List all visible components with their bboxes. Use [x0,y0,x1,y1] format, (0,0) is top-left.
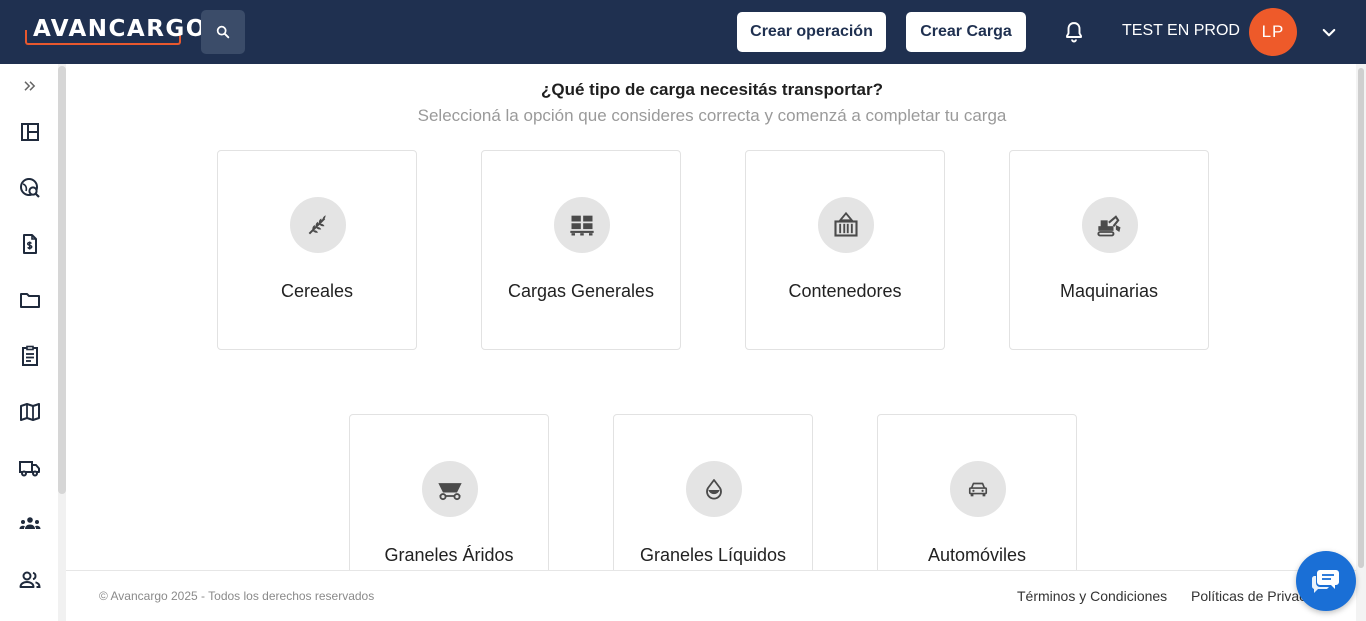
card-label: Cargas Generales [507,281,655,301]
page-subtitle: Seleccioná la opción que consideres corr… [417,106,1007,125]
truck-icon[interactable] [18,456,42,480]
card-label: Contenedores [788,281,902,301]
card-icon-circle [554,197,610,253]
card-cereales[interactable]: Cereales [217,150,417,350]
avancargo-logo[interactable]: AVANCARGO [25,14,205,46]
card-icon-circle [290,197,346,253]
groups-icon[interactable] [18,512,42,536]
grain-icon [308,215,326,235]
card-icon-circle [818,197,874,253]
card-label: Automóviles [927,545,1027,565]
privacy-link[interactable]: Políticas de Privacidad [1191,588,1311,604]
top-bar: AVANCARGO Crear operación Crear Carga TE… [0,0,1366,64]
invoice-icon[interactable] [18,232,42,256]
car-icon [968,482,988,497]
card-label: Graneles Áridos [384,545,514,565]
clipboard-icon[interactable] [18,344,42,368]
chevron-down-icon[interactable] [1320,24,1338,42]
copyright-text: © Avancargo 2025 - Todos los derechos re… [99,589,375,603]
create-operation-button[interactable]: Crear operación [737,12,886,52]
footer: © Avancargo 2025 - Todos los derechos re… [66,570,1356,621]
global-search-icon[interactable] [18,176,42,200]
bell-icon[interactable] [1062,20,1086,44]
sidebar [0,64,60,621]
pallet-icon [570,215,594,236]
folder-icon[interactable] [18,288,42,312]
sidebar-scrollbar-thumb[interactable] [58,66,66,494]
avatar[interactable]: LP [1249,8,1297,56]
dashboard-icon[interactable] [18,120,42,144]
card-label: Cereales [280,281,354,301]
card-icon-circle [686,461,742,517]
card-maquinarias[interactable]: Maquinarias [1009,150,1209,350]
card-cargas-generales[interactable]: Cargas Generales [481,150,681,350]
chat-icon [1311,570,1339,593]
main-scrollbar-thumb[interactable] [1358,68,1364,568]
bulk-hopper-icon [438,483,462,501]
search-icon [216,25,230,39]
page-title: ¿Qué tipo de carga necesitás transportar… [541,80,883,99]
chat-widget-button[interactable] [1296,551,1356,611]
create-load-button[interactable]: Crear Carga [906,12,1026,52]
liquid-drop-icon [706,479,722,500]
search-button[interactable] [201,10,245,54]
container-icon [834,211,858,237]
map-icon[interactable] [18,400,42,424]
machinery-icon [1097,215,1121,237]
card-label: Maquinarias [1059,281,1159,301]
card-icon-circle [422,461,478,517]
terms-link[interactable]: Términos y Condiciones [1017,588,1167,604]
card-contenedores[interactable]: Contenedores [745,150,945,350]
card-label: Graneles Líquidos [639,545,787,565]
card-icon-circle [950,461,1006,517]
users-icon[interactable] [18,568,42,592]
username[interactable]: TEST EN PROD [1122,22,1240,40]
logo-text: AVANCARGO [33,16,207,42]
card-icon-circle [1082,197,1138,253]
double-chevron-right-icon[interactable] [20,76,40,96]
